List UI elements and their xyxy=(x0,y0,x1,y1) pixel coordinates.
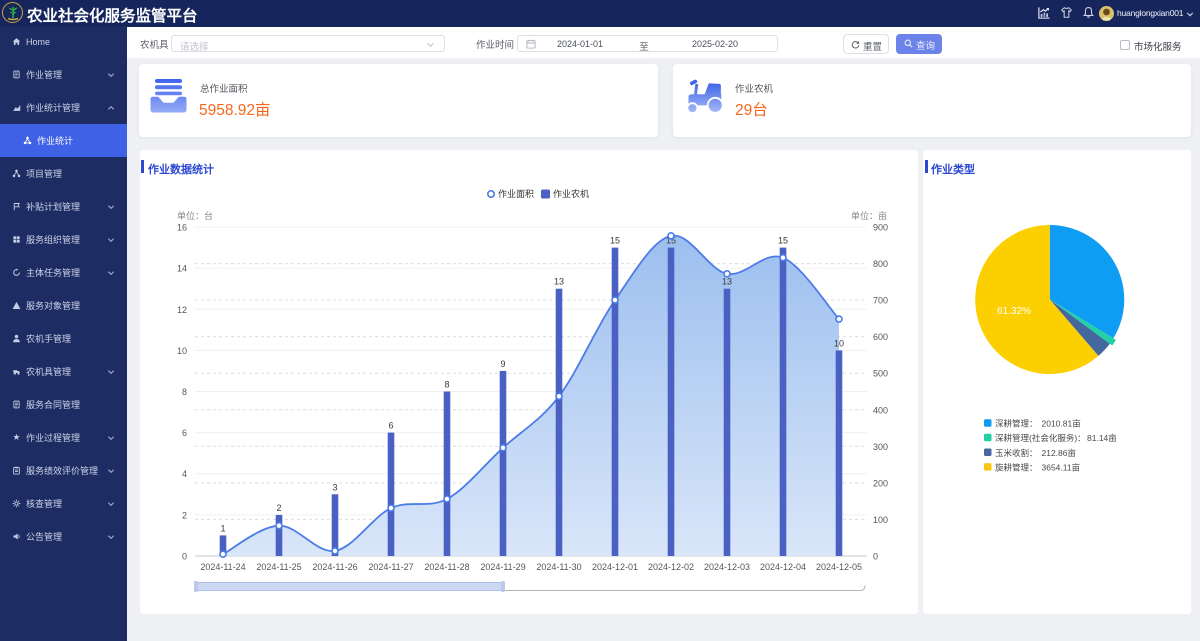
svg-text:81.14亩: 81.14亩 xyxy=(1087,433,1117,443)
svg-text:2024-11-29: 2024-11-29 xyxy=(480,562,525,572)
svg-text:2010.81亩: 2010.81亩 xyxy=(1042,419,1081,429)
svg-text:2024-12-02: 2024-12-02 xyxy=(648,562,694,572)
svg-text:6: 6 xyxy=(182,428,187,438)
svg-text:2024-12-03: 2024-12-03 xyxy=(704,562,750,572)
svg-text:单位：台: 单位：台 xyxy=(177,210,213,221)
svg-text:2024-11-28: 2024-11-28 xyxy=(424,562,469,572)
svg-text:61.32%: 61.32% xyxy=(997,306,1031,317)
svg-text:200: 200 xyxy=(873,478,888,488)
svg-text:400: 400 xyxy=(873,405,888,415)
svg-text:2024-12-04: 2024-12-04 xyxy=(760,562,806,572)
svg-text:6: 6 xyxy=(388,421,393,431)
svg-text:14: 14 xyxy=(177,264,187,274)
svg-text:3654.11亩: 3654.11亩 xyxy=(1042,462,1081,472)
svg-text:作业农机: 作业农机 xyxy=(553,188,589,199)
svg-text:300: 300 xyxy=(873,442,888,452)
svg-text:15: 15 xyxy=(778,236,788,246)
svg-text:16: 16 xyxy=(177,223,187,233)
svg-text:单位：亩: 单位：亩 xyxy=(851,210,887,221)
svg-text:2024-12-05: 2024-12-05 xyxy=(816,562,862,572)
svg-text:600: 600 xyxy=(873,332,888,342)
svg-text:8: 8 xyxy=(182,387,187,397)
svg-text:0: 0 xyxy=(873,552,878,562)
svg-text:3: 3 xyxy=(332,482,337,492)
svg-text:13: 13 xyxy=(722,277,732,287)
svg-text:700: 700 xyxy=(873,296,888,306)
svg-text:9: 9 xyxy=(500,359,505,369)
svg-text:2024-11-24: 2024-11-24 xyxy=(200,562,245,572)
svg-text:1: 1 xyxy=(220,523,225,533)
svg-text:500: 500 xyxy=(873,369,888,379)
svg-text:深耕管理(社会化服务)：: 深耕管理(社会化服务)： xyxy=(995,433,1086,443)
svg-text:深耕管理：: 深耕管理： xyxy=(995,419,1038,429)
svg-text:12: 12 xyxy=(177,305,187,315)
svg-text:旋耕管理：: 旋耕管理： xyxy=(995,462,1038,472)
svg-text:2024-11-30: 2024-11-30 xyxy=(536,562,581,572)
svg-text:2: 2 xyxy=(182,510,187,520)
svg-text:8: 8 xyxy=(444,380,449,390)
svg-text:0: 0 xyxy=(182,552,187,562)
svg-text:10: 10 xyxy=(177,346,187,356)
svg-text:4: 4 xyxy=(182,469,187,479)
svg-text:212.86亩: 212.86亩 xyxy=(1042,448,1077,458)
svg-text:玉米收割：: 玉米收割： xyxy=(995,448,1038,458)
svg-text:2024-11-25: 2024-11-25 xyxy=(256,562,301,572)
svg-text:13: 13 xyxy=(554,277,564,287)
svg-text:作业面积: 作业面积 xyxy=(498,188,534,199)
svg-text:2024-11-26: 2024-11-26 xyxy=(312,562,357,572)
svg-text:900: 900 xyxy=(873,223,888,233)
svg-text:100: 100 xyxy=(873,515,888,525)
svg-text:10: 10 xyxy=(834,338,844,348)
svg-text:2: 2 xyxy=(276,503,281,513)
svg-text:2024-12-01: 2024-12-01 xyxy=(592,562,638,572)
svg-text:2024-11-27: 2024-11-27 xyxy=(368,562,413,572)
svg-text:15: 15 xyxy=(610,236,620,246)
svg-text:800: 800 xyxy=(873,259,888,269)
